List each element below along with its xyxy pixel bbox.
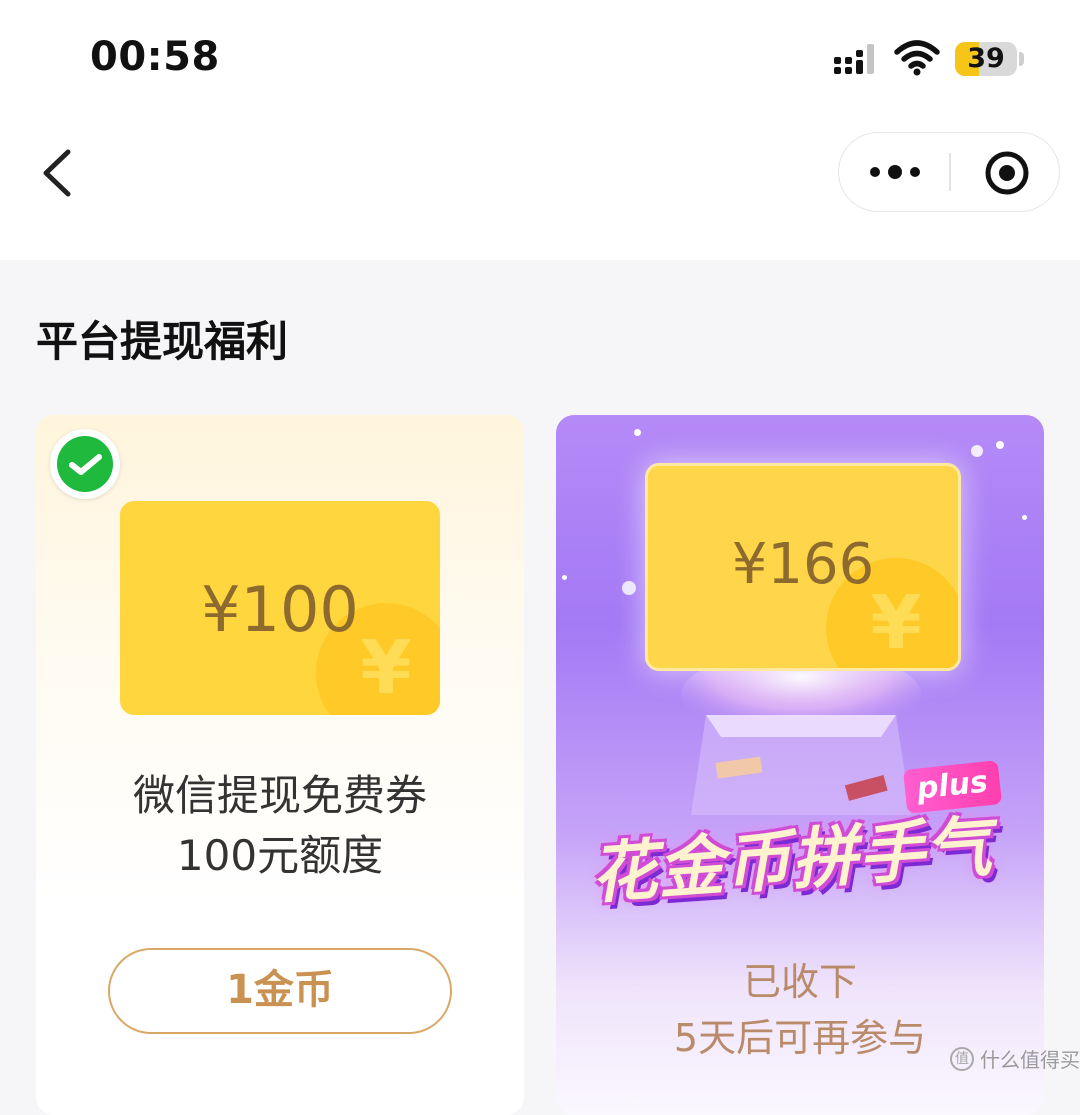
- banner-title: 花金币拼手气: [588, 808, 995, 913]
- signal-icon: [834, 44, 874, 74]
- status-bar: 00:58 39: [0, 0, 1080, 120]
- sparkle: [562, 575, 567, 580]
- wechat-icon: [50, 429, 120, 499]
- watermark-text: 什么值得买: [980, 1048, 1080, 1072]
- sparkle: [996, 441, 1004, 449]
- more-dots-icon[interactable]: [869, 159, 921, 185]
- target-circle-icon[interactable]: [984, 150, 1030, 196]
- battery-icon: 39: [955, 42, 1017, 76]
- coupon-ticket: ¥ ¥166: [645, 463, 961, 671]
- status-received: 已收下: [742, 960, 857, 1004]
- coupon-amount: ¥166: [731, 532, 875, 597]
- status-time: 00:58: [90, 34, 220, 80]
- lucky-draw-card[interactable]: ¥ ¥166 plus 花金币拼手气 已收下 5天后可再参与: [556, 415, 1044, 1115]
- battery-cap: [1019, 52, 1024, 66]
- battery-level: 39: [967, 43, 1005, 74]
- mini-program-capsule: [838, 132, 1060, 212]
- sparkle: [1022, 515, 1027, 520]
- coupon-subtitle: 100元额度: [176, 831, 384, 880]
- watermark-icon: 值: [950, 1046, 974, 1071]
- wechat-coupon-card[interactable]: ¥ ¥100 微信提现免费券 100元额度 1金币: [36, 415, 524, 1115]
- coupon-ticket: ¥ ¥100: [120, 501, 440, 715]
- watermark: 值 什么值得买: [950, 1044, 1080, 1073]
- sparkle: [634, 429, 641, 436]
- coupon-amount: ¥100: [201, 573, 359, 646]
- section-title: 平台提现福利: [36, 317, 289, 366]
- sparkle: [971, 445, 983, 457]
- sparkle: [622, 581, 636, 595]
- redeem-button[interactable]: 1金币: [108, 948, 452, 1034]
- wifi-icon: [894, 40, 940, 76]
- capsule-divider: [949, 153, 951, 191]
- lucky-draw-banner: plus 花金币拼手气: [586, 760, 1026, 925]
- chevron-left-icon[interactable]: [36, 148, 80, 198]
- coupon-title: 微信提现免费券: [132, 771, 427, 820]
